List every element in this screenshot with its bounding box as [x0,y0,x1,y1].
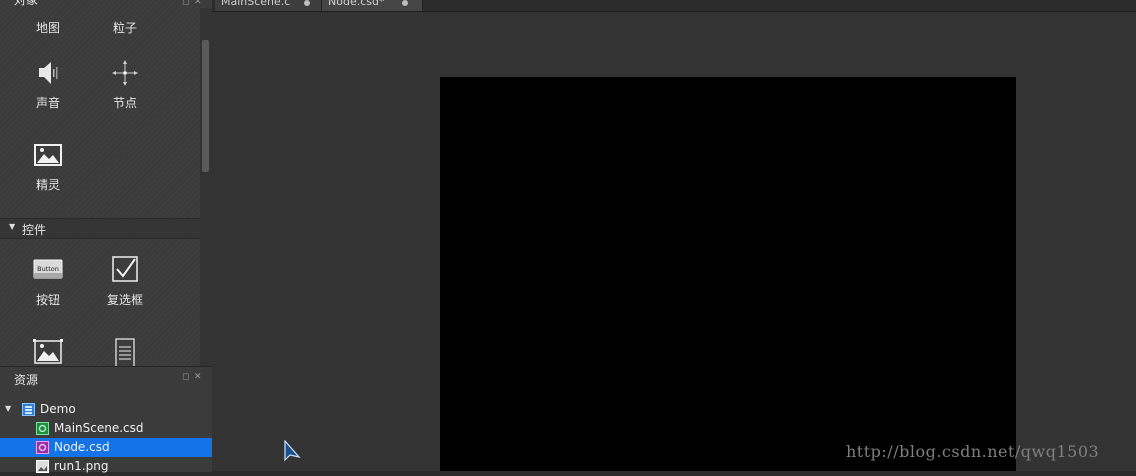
csd-node-icon [36,441,49,454]
tool-label: 粒子 [112,21,137,35]
objects-panel-title: 对象 [14,0,39,7]
tree-item-mainscene[interactable]: MainScene.csd [0,419,212,438]
tree-item-label: Demo [40,402,76,416]
text-icon [108,338,142,366]
tab-mainscene[interactable]: MainScene.c [215,0,322,11]
watermark-text: http://blog.csdn.net/qwq1503 [846,442,1100,461]
tool-particle[interactable]: 粒子 [90,19,160,36]
checkbox-icon [108,255,142,285]
tab-close-dot-icon[interactable] [304,0,310,6]
tool-checkbox[interactable]: 复选框 [90,255,160,308]
objects-scrollbar-thumb[interactable] [202,40,209,172]
csd-scene-icon [36,422,49,435]
scene-canvas[interactable] [440,77,1016,471]
tool-label: 地图 [35,21,60,35]
tool-label: 复选框 [106,293,143,307]
collapse-triangle-icon: ▼ [9,222,16,231]
panel-float-icon[interactable]: ◻ [182,0,189,7]
assets-panel-title: 资源 [14,373,39,387]
tree-item-run1[interactable]: run1.png [0,457,212,476]
document-tab-bar: MainScene.c Node.csd* [212,0,1136,12]
button-icon-text: Button [37,265,59,273]
left-column: 对象 ◻ ✕ 地图 粒子 声音 节点 精灵 ▼ 控件 Button 按钮 复选框… [0,0,212,473]
speaker-icon [31,58,65,88]
tool-node[interactable]: 节点 [90,58,160,111]
tool-image-view[interactable] [13,338,83,366]
image-icon [31,140,65,170]
controls-section-header[interactable]: ▼ 控件 [0,218,200,239]
controls-section-title: 控件 [22,223,47,237]
panel-close-icon[interactable]: ✕ [194,0,202,7]
assets-panel: 资源 ◻ ✕ ▼ Demo MainScene.csd Node.csd run… [0,366,212,473]
tool-label: 节点 [112,96,137,110]
tab-label: MainScene.c [221,0,291,8]
button-icon: Button [31,255,65,285]
tab-label: Node.csd* [328,0,385,8]
image-view-icon [31,338,65,366]
tree-item-label: Node.csd [54,440,110,454]
panel-float-icon[interactable]: ◻ [182,372,189,382]
png-icon [36,460,49,473]
tree-item-node[interactable]: Node.csd [0,438,212,457]
mouse-cursor-icon [283,439,301,467]
tool-label: 按钮 [35,293,60,307]
tool-text[interactable] [90,338,160,366]
expand-triangle-icon: ▼ [5,404,12,413]
objects-panel: 对象 ◻ ✕ 地图 粒子 声音 节点 精灵 ▼ 控件 Button 按钮 复选框 [0,0,212,366]
tool-label: 声音 [35,96,60,110]
panel-close-icon[interactable]: ✕ [194,372,202,382]
tree-item-label: MainScene.csd [54,421,144,435]
tree-item-demo[interactable]: ▼ Demo [0,400,212,419]
tool-button[interactable]: Button 按钮 [13,255,83,308]
tab-node[interactable]: Node.csd* [322,0,423,11]
project-icon [22,403,35,416]
tool-label: 精灵 [35,178,60,192]
node-icon [108,58,142,88]
tool-sound[interactable]: 声音 [13,58,83,111]
tool-map[interactable]: 地图 [13,19,83,36]
tool-sprite[interactable]: 精灵 [13,140,83,193]
tab-close-dot-icon[interactable] [402,0,408,6]
